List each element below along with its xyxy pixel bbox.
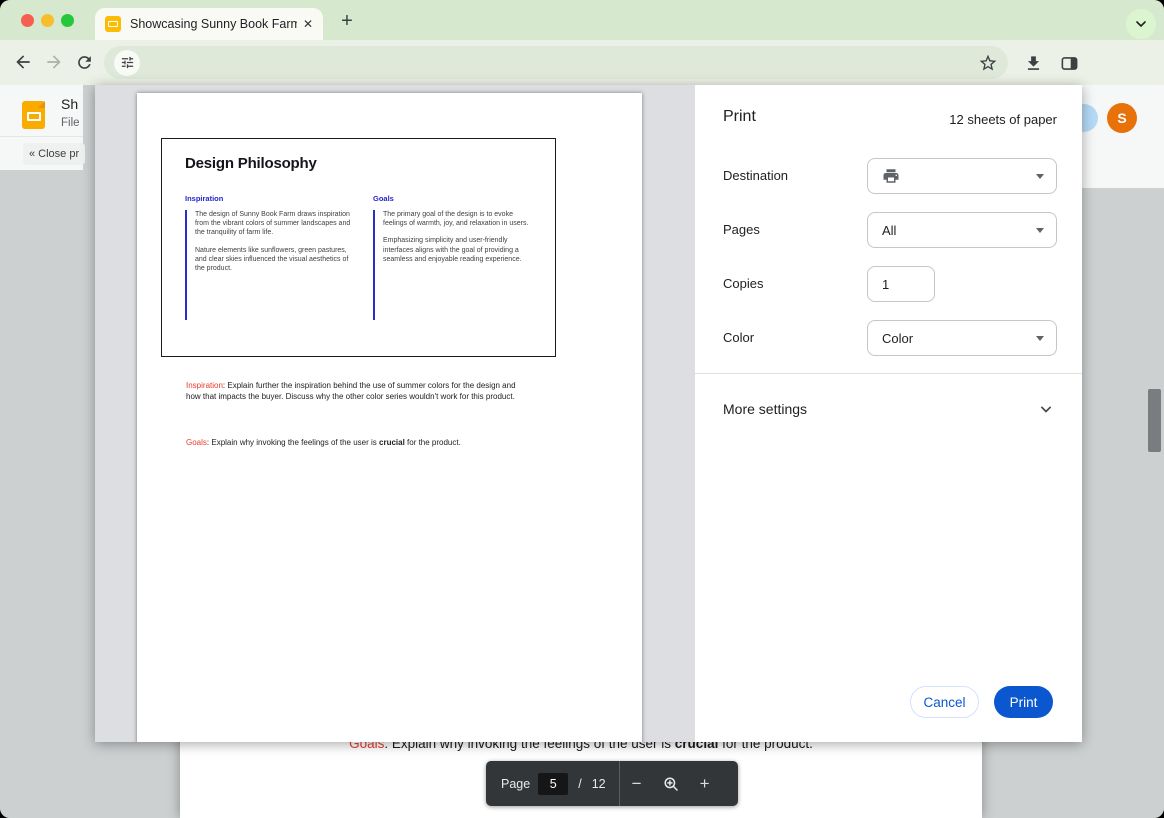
browser-window: Showcasing Sunny Book Farm ✕ +: [0, 0, 1164, 818]
slide-column-goals: Goals The primary goal of the design is …: [373, 194, 535, 320]
window-maximize-button[interactable]: [61, 14, 74, 27]
cancel-button[interactable]: Cancel: [910, 686, 979, 718]
tab-strip: Showcasing Sunny Book Farm ✕ +: [0, 0, 1164, 40]
caret-down-icon: [1036, 336, 1044, 341]
back-arrow-icon: [13, 52, 33, 72]
forward-button[interactable]: [40, 48, 68, 76]
copies-input[interactable]: 1: [867, 266, 935, 302]
address-bar[interactable]: [104, 46, 1008, 79]
download-button[interactable]: [1019, 49, 1047, 77]
slide-thumbnail: Design Philosophy Inspiration The design…: [161, 138, 556, 357]
pages-value: All: [882, 223, 896, 238]
chevron-down-icon: [1036, 399, 1056, 419]
pages-select[interactable]: All: [867, 212, 1057, 248]
copies-label: Copies: [723, 276, 763, 291]
page-label: Page: [501, 777, 530, 791]
page-number-input[interactable]: 5: [538, 773, 568, 795]
note-text: : Explain further the inspiration behind…: [186, 381, 516, 401]
sheets-count: 12 sheets of paper: [949, 112, 1057, 127]
slide-column-inspiration: Inspiration The design of Sunny Book Far…: [185, 194, 353, 320]
note-bold: crucial: [379, 438, 405, 447]
copies-value: 1: [882, 277, 889, 292]
column-paragraph: The design of Sunny Book Farm draws insp…: [195, 210, 353, 238]
side-panel-icon: [1060, 54, 1079, 73]
page-total: 12: [592, 777, 606, 791]
active-tab[interactable]: Showcasing Sunny Book Farm ✕: [95, 8, 323, 40]
page-separator: /: [578, 777, 581, 791]
header-divider: [0, 136, 83, 137]
close-print-preview-button[interactable]: « Close pr: [23, 143, 85, 165]
dialog-title: Print: [723, 108, 756, 126]
download-icon: [1024, 54, 1043, 73]
zoom-in-button[interactable]: +: [688, 761, 722, 806]
google-slides-icon: [22, 101, 45, 129]
chevron-down-icon: [1133, 16, 1149, 32]
side-panel-button[interactable]: [1055, 49, 1083, 77]
column-text-block: The design of Sunny Book Farm draws insp…: [185, 210, 353, 320]
note-label: Goals: [186, 438, 207, 447]
caret-down-icon: [1036, 174, 1044, 179]
zoom-fit-button[interactable]: [654, 761, 688, 806]
column-paragraph: Emphasizing simplicity and user-friendly…: [383, 236, 535, 264]
slide-title: Design Philosophy: [185, 155, 317, 172]
account-avatar[interactable]: S: [1107, 103, 1137, 133]
tab-list-chevron-button[interactable]: [1126, 9, 1156, 39]
pages-label: Pages: [723, 222, 760, 237]
column-text-block: The primary goal of the design is to evo…: [373, 210, 535, 320]
tab-close-icon[interactable]: ✕: [303, 17, 313, 31]
print-preview-pane: Design Philosophy Inspiration The design…: [95, 85, 695, 742]
note-text-end: for the product.: [405, 438, 461, 447]
column-heading: Inspiration: [185, 194, 353, 203]
destination-label: Destination: [723, 168, 788, 183]
reload-icon: [75, 53, 94, 72]
browser-toolbar: S ⋮: [0, 40, 1164, 85]
new-tab-button[interactable]: +: [334, 8, 360, 34]
speaker-note: Goals: Explain why invoking the feelings…: [186, 438, 528, 449]
slides-header-left: Sh File « Close pr: [0, 85, 83, 170]
color-value: Color: [882, 331, 913, 346]
color-label: Color: [723, 330, 754, 345]
speaker-note: Inspiration: Explain further the inspira…: [186, 381, 528, 403]
print-button[interactable]: Print: [994, 686, 1053, 718]
more-settings-button[interactable]: More settings: [723, 401, 807, 417]
back-button[interactable]: [9, 48, 37, 76]
print-dialog: Design Philosophy Inspiration The design…: [95, 85, 1082, 742]
color-select[interactable]: Color: [867, 320, 1057, 356]
tab-title: Showcasing Sunny Book Farm: [130, 17, 297, 31]
bookmark-star-icon[interactable]: [978, 53, 998, 73]
caret-down-icon: [1036, 228, 1044, 233]
column-paragraph: The primary goal of the design is to evo…: [383, 210, 535, 228]
more-settings-chevron[interactable]: [1036, 399, 1056, 419]
note-text: : Explain why invoking the feelings of t…: [207, 438, 379, 447]
settings-divider: [695, 373, 1082, 374]
slides-header-right: S: [1082, 85, 1164, 188]
reload-button[interactable]: [70, 48, 98, 76]
site-settings-button[interactable]: [114, 50, 140, 76]
print-settings-pane: Print 12 sheets of paper Destination Pag…: [695, 85, 1082, 742]
forward-arrow-icon: [44, 52, 64, 72]
scrollbar-thumb[interactable]: [1148, 389, 1161, 452]
destination-select[interactable]: [867, 158, 1057, 194]
printer-icon: [882, 167, 900, 185]
window-minimize-button[interactable]: [41, 14, 54, 27]
column-paragraph: Nature elements like sunflowers, green p…: [195, 246, 353, 274]
note-label: Inspiration: [186, 381, 223, 390]
window-close-button[interactable]: [21, 14, 34, 27]
zoom-out-button[interactable]: −: [620, 761, 654, 806]
document-title-clipped: Sh: [61, 96, 83, 112]
slides-favicon-icon: [105, 16, 121, 32]
pdf-viewer-toolbar: Page 5 / 12 − +: [486, 761, 738, 806]
print-preview-page: Design Philosophy Inspiration The design…: [137, 93, 642, 742]
magnifier-plus-icon: [662, 775, 680, 793]
column-heading: Goals: [373, 194, 535, 203]
file-menu[interactable]: File: [61, 117, 83, 129]
tune-icon: [120, 55, 135, 70]
